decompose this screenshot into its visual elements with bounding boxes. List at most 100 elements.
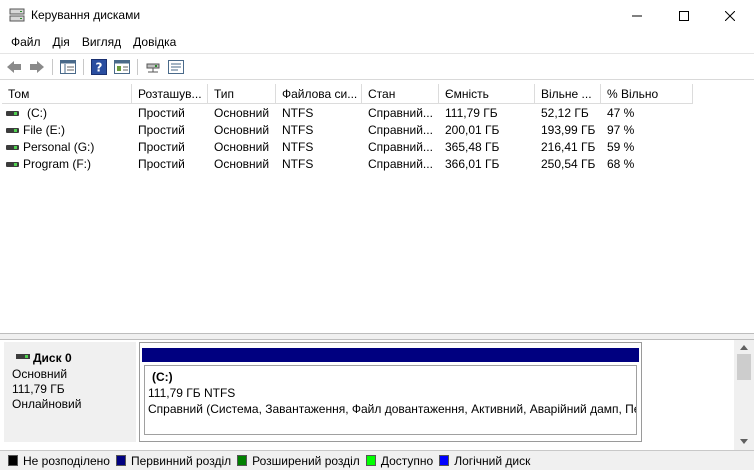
column-header-percent-free[interactable]: % Вільно [601,84,693,104]
partition-c[interactable]: (C:) 111,79 ГБ NTFS Справний (Система, З… [139,342,642,442]
column-header-layout[interactable]: Розташув... [132,84,208,104]
legend-label: Логічний диск [454,453,531,468]
legend-swatch [365,455,376,466]
legend-label: Не розподілено [23,453,110,468]
legend-item: Доступно [365,453,434,468]
minimize-button[interactable] [614,0,660,31]
toolbar-separator [52,59,53,75]
help-button[interactable]: ? [89,58,109,76]
volume-layout: Простий [138,106,185,120]
toolbar-separator [137,59,138,75]
connect-drive-icon [146,63,160,73]
toolbar: ? [0,53,754,80]
maximize-button[interactable] [661,0,707,31]
drive-icon [6,111,19,116]
legend-label: Доступно [380,453,434,468]
back-button[interactable] [4,58,24,76]
column-header-status[interactable]: Стан [362,84,439,104]
menu-bar: Файл Дія Вигляд Довідка [0,31,754,53]
table-row[interactable]: Program (F:) Простий Основний NTFS Справ… [2,156,752,173]
show-hide-tree-button[interactable] [58,58,78,76]
connect-drive-button[interactable] [143,58,163,76]
properties-icon [114,60,130,74]
legend-bar: Не розподілено Первинний розділ Розширен… [0,450,754,470]
disk-view-scrollbar[interactable] [734,340,754,450]
forward-button[interactable] [27,58,47,76]
title-bar: Керування дисками [0,0,754,31]
volume-status: Справний... [368,140,433,154]
volume-rows: (C:) Простий Основний NTFS Справний... 1… [2,105,752,173]
volume-filesystem: NTFS [282,157,314,171]
disk-type: Основний [12,367,68,381]
volume-percent-free: 47 % [607,106,635,120]
minimize-icon [632,15,642,16]
column-header-free-space[interactable]: Вільне ... [535,84,601,104]
volume-percent-free: 68 % [607,157,635,171]
svg-text:?: ? [96,61,103,75]
volume-list-header: Том Розташув... Тип Файлова си... Стан Є… [2,84,752,104]
volume-free-space: 216,41 ГБ [541,140,596,154]
legend-item: Логічний диск [439,454,530,468]
table-row[interactable]: Personal (G:) Простий Основний NTFS Спра… [2,139,752,156]
toolbar-separator [83,59,84,75]
disk-size: 111,79 ГБ [12,382,65,396]
maximize-icon [679,10,689,21]
window-title: Керування дисками [31,8,141,22]
legend-swatch [237,455,248,466]
table-row[interactable]: File (E:) Простий Основний NTFS Справний… [2,122,752,139]
column-header-capacity[interactable]: Ємність [439,84,535,104]
volume-capacity: 111,79 ГБ [445,106,498,120]
legend-swatch [439,455,450,466]
partition-status: Справний (Система, Завантаження, Файл до… [148,402,637,416]
forward-arrow-icon [30,61,44,73]
volume-filesystem: NTFS [282,123,314,137]
volume-free-space: 193,99 ГБ [541,123,596,137]
partition-size-fs: 111,79 ГБ NTFS [148,386,236,400]
volume-capacity: 365,48 ГБ [445,140,500,154]
disk-management-app-icon [9,8,25,22]
legend-swatch [8,455,18,466]
menu-help[interactable]: Довідка [127,32,182,52]
menu-view[interactable]: Вигляд [76,32,127,52]
volume-capacity: 366,01 ГБ [445,157,500,171]
volume-list: Том Розташув... Тип Файлова си... Стан Є… [0,84,754,333]
legend-label: Первинний розділ [130,453,232,468]
disk-state: Онлайновий [12,397,82,411]
chevron-up-icon [740,344,748,350]
scroll-thumb[interactable] [737,354,751,380]
pane-splitter[interactable] [0,333,754,340]
column-header-type[interactable]: Тип [208,84,276,104]
settings-button[interactable] [166,58,186,76]
volume-type: Основний [214,157,270,171]
volume-percent-free: 97 % [607,123,635,137]
partition-title: (C:) [152,370,173,384]
legend-item: Розширений розділ [237,454,360,468]
scroll-up-button[interactable] [734,340,754,354]
column-header-filesystem[interactable]: Файлова си... [276,84,362,104]
volume-name: File (E:) [23,123,65,137]
volume-status: Справний... [368,106,433,120]
volume-layout: Простий [138,123,185,137]
properties-button[interactable] [112,58,132,76]
volume-free-space: 52,12 ГБ [541,106,589,120]
legend-item: Первинний розділ [115,453,232,468]
legend-label: Розширений розділ [252,453,360,468]
scroll-down-button[interactable] [734,434,754,448]
volume-status: Справний... [368,157,433,171]
partition-details: (C:) 111,79 ГБ NTFS Справний (Система, З… [144,365,637,435]
close-button[interactable] [707,0,753,31]
table-row[interactable]: (C:) Простий Основний NTFS Справний... 1… [2,105,752,122]
volume-name: Personal (G:) [23,140,95,154]
list-view-icon [60,60,76,74]
primary-partition-bar [142,348,639,362]
menu-action[interactable]: Дія [47,32,76,52]
volume-name: Program (F:) [23,157,92,171]
volume-layout: Простий [138,157,185,171]
disk-info-panel[interactable]: Диск 0 Основний 111,79 ГБ Онлайновий [4,342,136,442]
close-icon [725,10,735,21]
column-header-volume[interactable]: Том [2,84,132,104]
settings-icon [168,60,184,74]
menu-file[interactable]: Файл [5,32,47,52]
disk-name: Диск 0 [33,351,72,365]
volume-layout: Простий [138,140,185,154]
